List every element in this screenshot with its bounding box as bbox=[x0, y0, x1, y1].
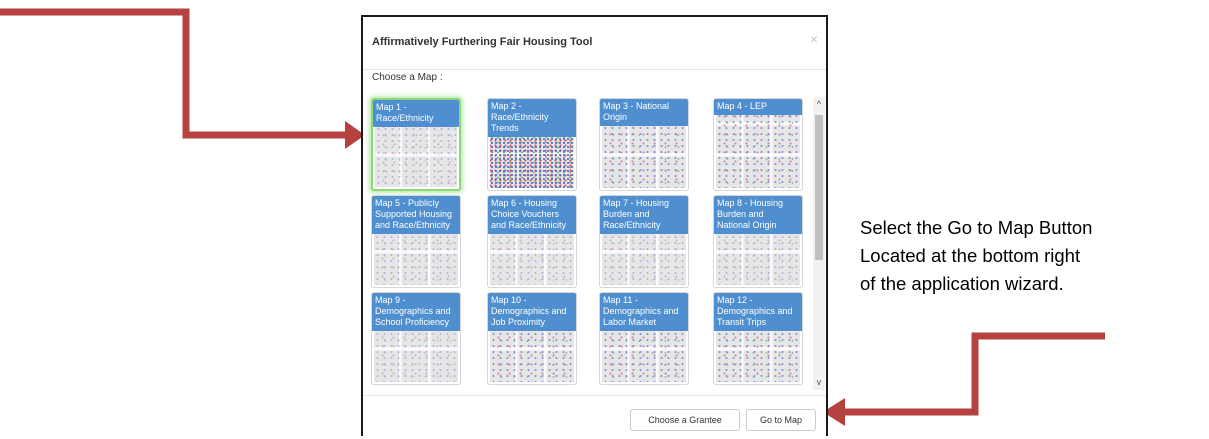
choose-grantee-button[interactable]: Choose a Grantee bbox=[630, 409, 740, 431]
map-chooser-dialog: Affirmatively Furthering Fair Housing To… bbox=[361, 15, 828, 436]
map-tile-9[interactable]: Map 9 - Demographics and School Proficie… bbox=[371, 292, 461, 385]
instruction-line: Select the Go to Map Button bbox=[860, 217, 1093, 238]
map-tile-6[interactable]: Map 6 - Housing Choice Vouchers and Race… bbox=[487, 195, 577, 288]
choose-map-label: Choose a Map : bbox=[372, 72, 443, 83]
map-tile-5[interactable]: Map 5 - Publicly Supported Housing and R… bbox=[371, 195, 461, 288]
scroll-up-icon[interactable]: ^ bbox=[813, 97, 825, 112]
map-tile-4[interactable]: Map 4 - LEP bbox=[713, 98, 803, 191]
map-tile-label: Map 7 - Housing Burden and Race/Ethnicit… bbox=[600, 196, 688, 234]
go-to-map-button[interactable]: Go to Map bbox=[746, 409, 816, 431]
map-grid: Map 1 - Race/Ethnicity Map 2 - Race/Ethn… bbox=[369, 97, 809, 387]
map-tile-label: Map 1 - Race/Ethnicity bbox=[373, 100, 459, 127]
map-tile-label: Map 3 - National Origin bbox=[600, 99, 688, 126]
map-tile-label: Map 12 - Demographics and Transit Trips bbox=[714, 293, 802, 331]
dialog-title: Affirmatively Furthering Fair Housing To… bbox=[372, 36, 593, 48]
map-tile-label: Map 2 - Race/Ethnicity Trends bbox=[488, 99, 576, 137]
instruction-callout: Select the Go to Map Button Located at t… bbox=[860, 214, 1205, 298]
map-tile-10[interactable]: Map 10 - Demographics and Job Proximity bbox=[487, 292, 577, 385]
map-tile-11[interactable]: Map 11 - Demographics and Labor Market bbox=[599, 292, 689, 385]
map-tile-12[interactable]: Map 12 - Demographics and Transit Trips bbox=[713, 292, 803, 385]
map-tile-label: Map 10 - Demographics and Job Proximity bbox=[488, 293, 576, 331]
scroll-down-icon[interactable]: v bbox=[813, 375, 825, 390]
vertical-scrollbar[interactable]: ^ v bbox=[813, 97, 825, 390]
map-tile-8[interactable]: Map 8 - Housing Burden and National Orig… bbox=[713, 195, 803, 288]
map-tile-label: Map 11 - Demographics and Labor Market bbox=[600, 293, 688, 331]
close-icon[interactable]: × bbox=[810, 31, 818, 47]
instruction-line: of the application wizard. bbox=[860, 273, 1064, 294]
map-tile-7[interactable]: Map 7 - Housing Burden and Race/Ethnicit… bbox=[599, 195, 689, 288]
dialog-header: Affirmatively Furthering Fair Housing To… bbox=[363, 17, 826, 70]
dialog-footer: Choose a Grantee Go to Map bbox=[363, 395, 826, 439]
scrollbar-thumb[interactable] bbox=[815, 115, 823, 260]
map-tile-1[interactable]: Map 1 - Race/Ethnicity bbox=[371, 98, 461, 191]
map-tile-label: Map 5 - Publicly Supported Housing and R… bbox=[372, 196, 460, 234]
map-tile-label: Map 4 - LEP bbox=[714, 99, 802, 115]
map-tile-label: Map 8 - Housing Burden and National Orig… bbox=[714, 196, 802, 234]
map-tile-2[interactable]: Map 2 - Race/Ethnicity Trends bbox=[487, 98, 577, 191]
instruction-line: Located at the bottom right bbox=[860, 245, 1081, 266]
map-tile-3[interactable]: Map 3 - National Origin bbox=[599, 98, 689, 191]
map-tile-label: Map 9 - Demographics and School Proficie… bbox=[372, 293, 460, 331]
map-tile-label: Map 6 - Housing Choice Vouchers and Race… bbox=[488, 196, 576, 234]
